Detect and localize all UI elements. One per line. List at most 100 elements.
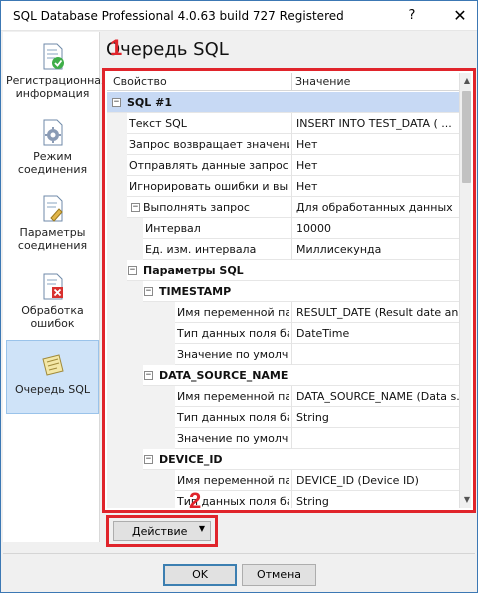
ok-button[interactable]: OK [163,564,237,586]
collapse-icon[interactable]: − [128,266,137,275]
property-value[interactable] [291,428,459,449]
row-gutter [107,260,127,281]
scroll-up-icon[interactable]: ▲ [460,73,471,89]
connection-gear-icon [43,119,62,146]
property-name: Игнорировать ошибки и вып... [129,180,289,193]
row-gutter [107,134,127,155]
row-gutter [107,302,175,323]
property-value[interactable]: 10000 [291,218,459,239]
row-gutter [107,365,143,386]
registration-check-icon [43,43,64,70]
property-grid-frame: Свойство Значение − SQL #1 Текст SQL INSERT… [102,68,476,513]
category-label: TIMESTAMP [159,285,232,298]
row-gutter [107,155,127,176]
property-row[interactable]: Ед. изм. интервала Миллисекунда [107,239,459,260]
category-row[interactable]: − TIMESTAMP [107,281,459,302]
property-row[interactable]: Тип данных поля базы...String [107,407,459,428]
property-row[interactable]: − Выполнять запрос Для обработанных данных [107,197,459,218]
row-gutter [107,323,175,344]
collapse-icon[interactable]: − [112,98,121,107]
header-property[interactable]: Свойство [109,73,289,91]
category-row[interactable]: − DATA_SOURCE_NAME [107,365,459,386]
property-name: Значение по умолчанию [177,432,289,445]
sidebar: Регистрационная информация Режим соедине… [3,32,108,542]
property-name: Ед. изм. интервала [145,243,257,256]
sidebar-item-connection-params[interactable]: Параметры соединения [6,190,99,256]
property-value[interactable]: DATA_SOURCE_NAME (Data s... [291,386,459,407]
row-gutter [107,239,143,260]
property-name: Значение по умолчанию [177,348,289,361]
action-dropdown-button[interactable]: Действие ▼ [113,521,211,541]
row-gutter [107,218,143,239]
property-value[interactable]: Для обработанных данных [291,197,459,218]
close-button[interactable]: ✕ [449,5,471,27]
property-row[interactable]: Тип данных поля базы...String [107,491,459,508]
window-title: SQL Database Professional 4.0.63 build 7… [13,9,344,23]
category-label: Параметры SQL [143,264,244,277]
property-row[interactable]: Отправлять данные запроса... Нет [107,155,459,176]
scroll-thumb[interactable] [462,91,471,183]
sidebar-item-sql-queue[interactable]: Очередь SQL [6,340,99,414]
sidebar-item-label: Обработка ошибок [21,304,84,330]
row-gutter [107,344,175,365]
property-value[interactable]: DateTime [291,323,459,344]
cancel-button[interactable]: Отмена [242,564,316,586]
sql-queue-icon [41,354,64,376]
property-value[interactable]: Нет [291,155,459,176]
error-handling-icon [43,273,63,300]
property-value[interactable]: Нет [291,176,459,197]
property-value[interactable]: String [291,407,459,428]
action-label: Действие [132,525,188,538]
property-name: Тип данных поля базы... [177,411,289,424]
property-name: Запрос возвращает значения [129,138,289,151]
collapse-icon[interactable]: − [131,203,140,212]
category-row[interactable]: − SQL #1 [107,92,459,113]
footer-divider [3,553,475,554]
property-value[interactable]: Нет [291,134,459,155]
sidebar-item-connection-mode[interactable]: Режим соединения [6,114,99,180]
property-row[interactable]: Тип данных поля базы...DateTime [107,323,459,344]
property-value[interactable]: INSERT INTO TEST_DATA ( ... [291,113,459,134]
property-value[interactable]: DEVICE_ID (Device ID) [291,470,459,491]
property-value[interactable]: String [291,491,459,508]
row-gutter [107,176,127,197]
row-gutter [107,197,127,218]
property-value[interactable]: Миллисекунда [291,239,459,260]
property-name: Интервал [145,222,201,235]
header-value[interactable]: Значение [291,73,459,91]
property-name: Текст SQL [129,117,187,130]
sidebar-item-label: Режим соединения [17,150,88,176]
property-row[interactable]: Игнорировать ошибки и вып... Нет [107,176,459,197]
property-row[interactable]: Запрос возвращает значения Нет [107,134,459,155]
row-gutter [107,428,175,449]
collapse-icon[interactable]: − [144,455,153,464]
row-gutter [107,407,175,428]
collapse-icon[interactable]: − [144,371,153,380]
category-row[interactable]: − Параметры SQL [107,260,459,281]
property-name: Имя переменной парс... [177,390,289,403]
vertical-scrollbar[interactable]: ▲ ▼ [459,73,471,508]
property-row[interactable]: Имя переменной парс...RESULT_DATE (Resul… [107,302,459,323]
property-row[interactable]: Интервал 10000 [107,218,459,239]
property-row[interactable]: Текст SQL INSERT INTO TEST_DATA ( ... [107,113,459,134]
property-value[interactable]: RESULT_DATE (Result date an... [291,302,459,323]
property-name: Тип данных поля базы... [177,327,289,340]
category-row[interactable]: − DEVICE_ID [107,449,459,470]
dropdown-arrow-icon: ▼ [198,524,205,533]
property-row[interactable]: Значение по умолчанию [107,428,459,449]
annotation-marker-2: 2 [189,488,202,513]
property-value[interactable] [291,344,459,365]
property-row[interactable]: Значение по умолчанию [107,344,459,365]
property-name: Отправлять данные запроса... [129,159,289,172]
sidebar-item-registration[interactable]: Регистрационная информация [6,38,108,104]
property-grid[interactable]: Свойство Значение − SQL #1 Текст SQL INSERT… [107,73,471,508]
collapse-icon[interactable]: − [144,287,153,296]
help-button[interactable]: ? [401,5,423,27]
property-name: Имя переменной парс... [177,306,289,319]
category-label: SQL #1 [127,96,172,109]
scroll-down-icon[interactable]: ▼ [460,492,471,508]
property-row[interactable]: Имя переменной парс...DEVICE_ID (Device … [107,470,459,491]
sidebar-item-error-handling[interactable]: Обработка ошибок [6,268,99,334]
title-bar: SQL Database Professional 4.0.63 build 7… [1,1,477,31]
property-row[interactable]: Имя переменной парс...DATA_SOURCE_NAME (… [107,386,459,407]
